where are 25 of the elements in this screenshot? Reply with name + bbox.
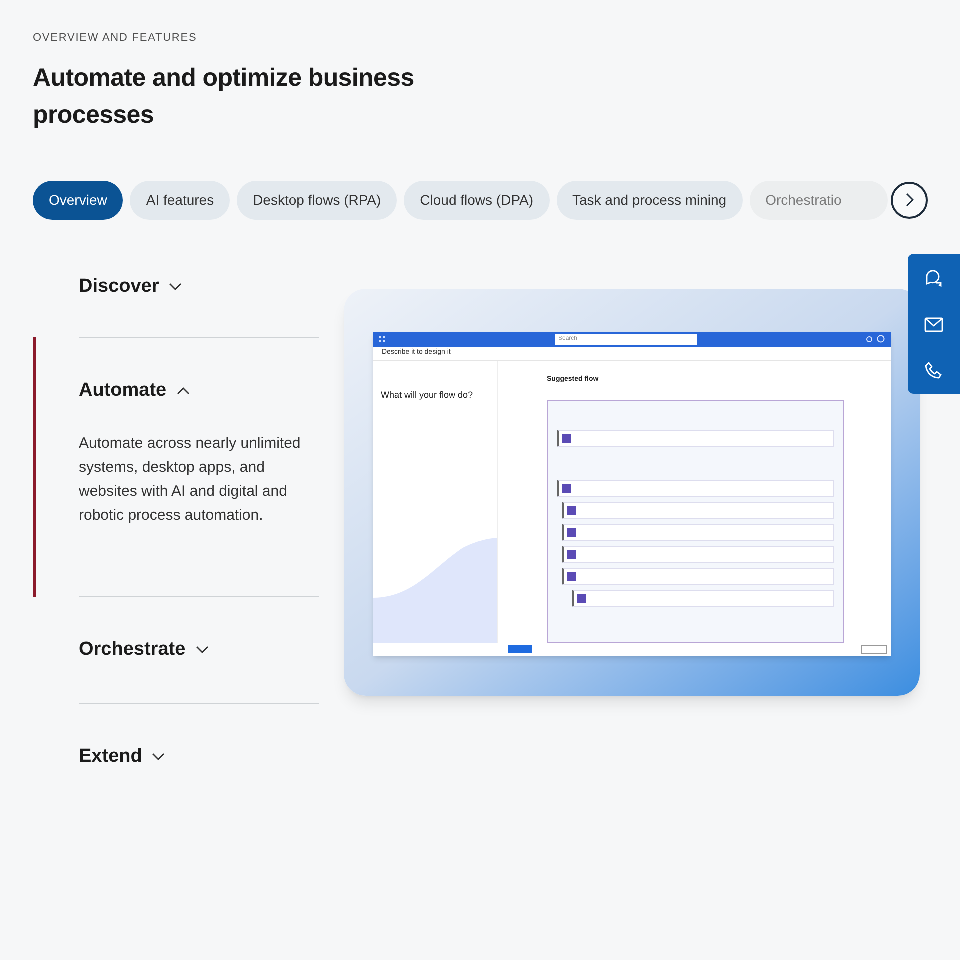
chevron-down-icon xyxy=(196,646,209,654)
page-title: Automate and optimize business processes xyxy=(33,62,416,130)
eyebrow-text: OVERVIEW AND FEATURES xyxy=(33,31,198,46)
save-button[interactable] xyxy=(508,645,532,654)
step-heading: What will your flow do? xyxy=(381,389,474,402)
tab[interactable]: Cloud flows (DPA) xyxy=(404,180,550,220)
accordion-header[interactable]: Discover xyxy=(79,264,182,337)
chevron-down-icon xyxy=(169,282,182,291)
chevron-right-icon xyxy=(906,193,914,207)
chat-icon[interactable] xyxy=(924,268,944,288)
phone-icon[interactable] xyxy=(925,362,943,380)
cancel-button[interactable] xyxy=(861,644,887,654)
chevron-up-icon xyxy=(176,387,190,396)
tab[interactable]: AI features xyxy=(130,180,230,220)
tab[interactable]: Desktop flows (RPA) xyxy=(237,180,398,220)
app-grid-icon[interactable] xyxy=(379,336,385,342)
tab[interactable]: Orchestratio xyxy=(750,180,888,220)
mail-icon[interactable] xyxy=(924,316,944,333)
accordion-header[interactable]: Orchestrate xyxy=(79,596,209,703)
chevron-down-icon xyxy=(152,753,166,762)
tab[interactable]: Overview xyxy=(33,180,124,220)
section-description: Automate across nearly unlimited systems, desktop apps, and websites with AI and digital and robotic process automation. xyxy=(79,434,302,526)
next-button[interactable] xyxy=(891,182,928,218)
tab[interactable]: Task and process mining xyxy=(556,180,743,220)
accordion-header[interactable]: Extend xyxy=(79,704,166,810)
